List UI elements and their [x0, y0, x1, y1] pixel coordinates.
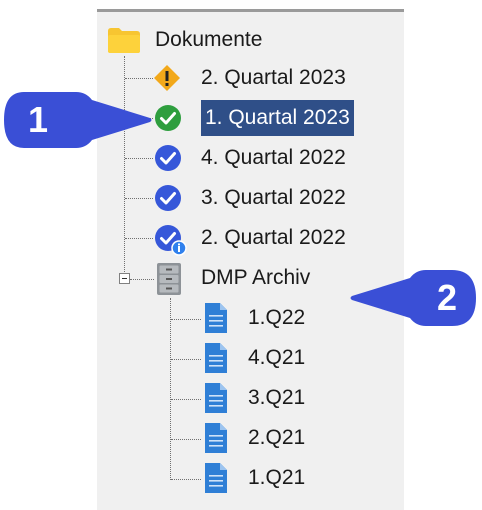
callout-marker-2: 2 [350, 270, 476, 326]
document-icon [205, 303, 227, 333]
tree-node-report[interactable]: 2. Quartal 2023 [152, 60, 346, 96]
tree-node-report[interactable]: 2. Quartal 2022 [152, 220, 346, 256]
tree-node-label: 2.Q21 [248, 426, 306, 449]
tree-connector [171, 439, 201, 440]
tree-connector [125, 78, 153, 79]
tree-node-label: 2. Quartal 2023 [201, 66, 346, 89]
tree-connector [125, 158, 153, 159]
tree-connector [171, 479, 201, 480]
tree-node-file[interactable]: 4.Q21 [204, 340, 305, 376]
tree-node-label: 3. Quartal 2022 [201, 186, 346, 209]
tree-node-file[interactable]: 2.Q21 [204, 420, 305, 456]
tree-node-file[interactable]: 1.Q21 [204, 460, 305, 496]
callout-number: 1 [28, 99, 48, 140]
callout-number: 2 [437, 277, 457, 318]
tree-connector [130, 279, 154, 280]
document-icon [205, 463, 227, 493]
tree-node-label: 4.Q21 [248, 346, 306, 369]
cabinet-icon [157, 263, 181, 295]
check-blue-info-icon [155, 225, 187, 256]
tree-connector [171, 399, 201, 400]
tree-node-file[interactable]: 3.Q21 [204, 380, 305, 416]
panel-top-border [97, 9, 404, 12]
tree-node-report[interactable]: 4. Quartal 2022 [152, 140, 346, 176]
tree-node-label: Dokumente [155, 28, 263, 51]
tree-node-label: 1.Q21 [248, 466, 306, 489]
tree-node-label: 1. Quartal 2023 [201, 100, 354, 136]
collapse-toggle[interactable] [119, 273, 130, 284]
tree-connector-vertical-archive [170, 298, 171, 480]
tree-node-report-selected[interactable]: 1. Quartal 2023 [152, 100, 354, 136]
check-blue-icon [155, 185, 181, 211]
tree-node-label: DMP Archiv [201, 266, 311, 289]
callout-marker-1: 1 [4, 92, 152, 148]
tree-connector [125, 198, 153, 199]
tree-node-file[interactable]: 1.Q22 [204, 300, 305, 336]
tree-connector [171, 359, 201, 360]
document-icon [205, 343, 227, 373]
tree-node-label: 4. Quartal 2022 [201, 146, 346, 169]
tree-node-archive[interactable]: DMP Archiv [153, 260, 310, 296]
tree-connector [171, 319, 201, 320]
folder-icon [108, 28, 140, 53]
tree-node-report[interactable]: 3. Quartal 2022 [152, 180, 346, 216]
document-icon [205, 423, 227, 453]
tree-connector [125, 238, 153, 239]
document-icon [205, 383, 227, 413]
tree-node-label: 2. Quartal 2022 [201, 226, 346, 249]
tree-node-label: 3.Q21 [248, 386, 306, 409]
tree-node-dokumente[interactable]: Dokumente [107, 22, 262, 58]
tree-node-label: 1.Q22 [248, 306, 306, 329]
